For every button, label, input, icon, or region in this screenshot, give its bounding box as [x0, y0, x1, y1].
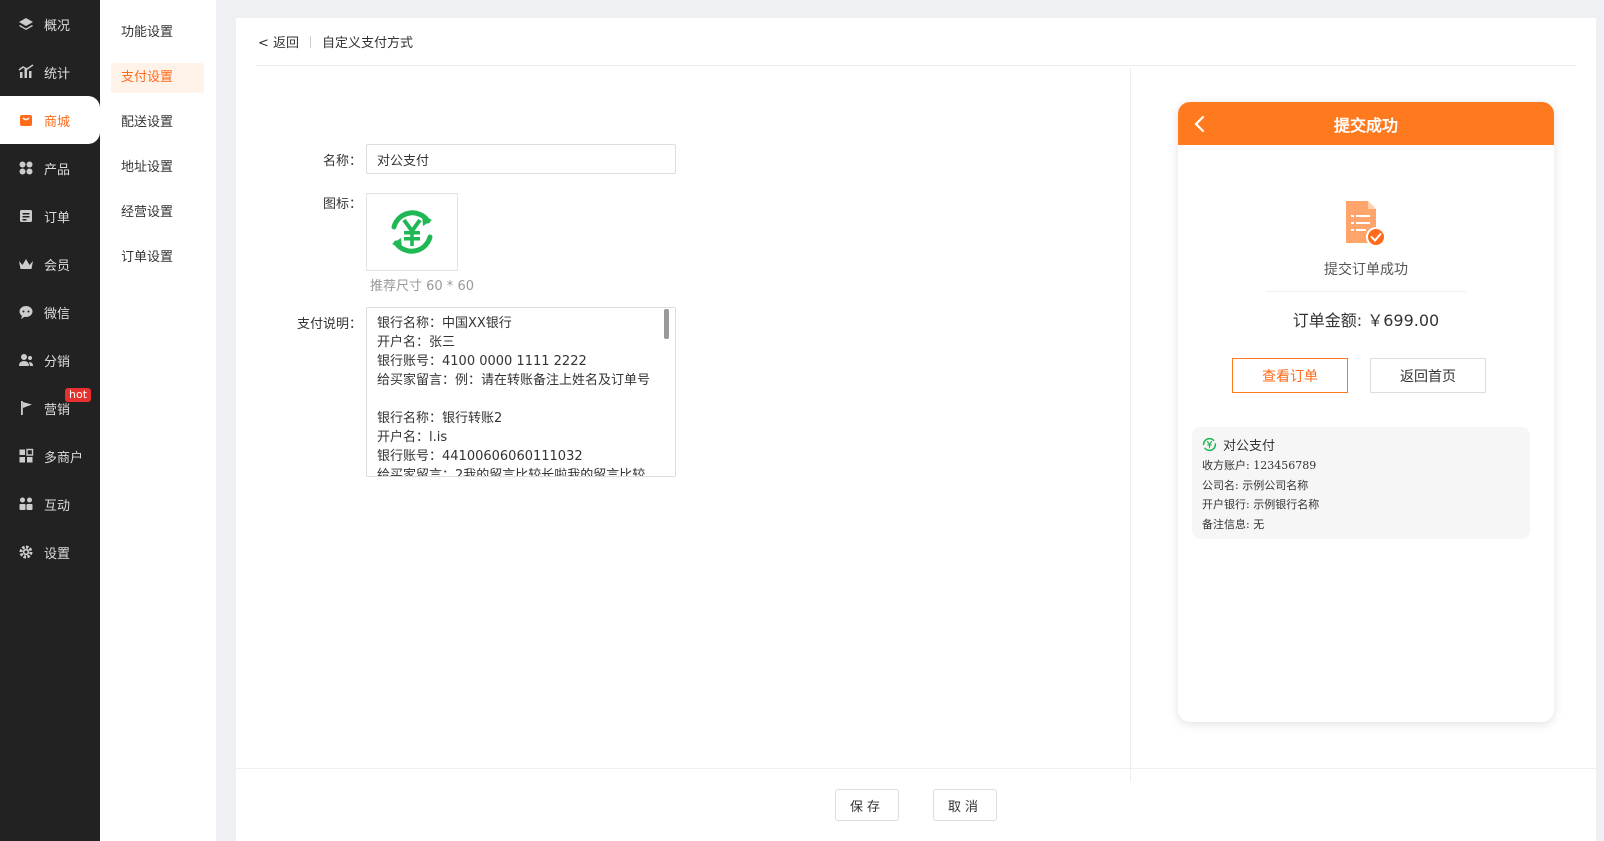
users-icon	[18, 352, 34, 368]
subnav-item-address[interactable]: 地址设置	[111, 153, 204, 183]
layers-icon	[18, 16, 34, 32]
nav-item-distribution[interactable]: 分销	[0, 336, 100, 384]
form-row-icon: 图标：	[296, 193, 458, 271]
subnav-item-business[interactable]: 经营设置	[111, 198, 204, 228]
hot-badge: hot	[65, 388, 92, 402]
flag-icon	[18, 400, 34, 416]
preview-divider	[1266, 291, 1466, 292]
nav-item-merchants[interactable]: 多商户	[0, 432, 100, 480]
sub-nav: 功能设置 支付设置 配送设置 地址设置 经营设置 订单设置	[100, 0, 216, 841]
payment-account: 收方账户: 123456789	[1202, 459, 1317, 472]
icon-size-hint: 推荐尺寸 60 * 60	[370, 279, 474, 294]
nav-label: 多商户	[44, 450, 84, 466]
subnav-item-function[interactable]: 功能设置	[111, 18, 204, 48]
desc-label: 支付说明：	[296, 317, 362, 332]
yuan-exchange-icon	[391, 210, 433, 254]
payment-bank: 开户银行: 示例银行名称	[1202, 498, 1320, 511]
header-separator	[310, 35, 312, 48]
subnav-item-delivery[interactable]: 配送设置	[111, 108, 204, 138]
back-link[interactable]: < 返回	[256, 32, 299, 51]
preview-header: 提交成功	[1178, 102, 1554, 145]
success-text: 提交订单成功	[1324, 262, 1408, 278]
gear-icon	[18, 544, 34, 560]
nav-item-wechat[interactable]: 微信	[0, 288, 100, 336]
nav-item-marketing[interactable]: 营销 hot	[0, 384, 100, 432]
main-panel: < 返回 自定义支付方式 名称： 图标： 推荐尺寸 60 * 60 支付说明： …	[236, 18, 1596, 841]
desc-scrollbar[interactable]	[664, 309, 669, 339]
payment-card-title: 对公支付	[1202, 435, 1520, 454]
form-row-name: 名称：	[296, 144, 676, 174]
nav-label: 分销	[44, 354, 71, 370]
go-home-button[interactable]: 返回首页	[1370, 358, 1486, 393]
nav-label: 设置	[44, 546, 71, 562]
order-icon	[18, 208, 34, 224]
payment-company: 公司名: 示例公司名称	[1202, 478, 1309, 492]
nav-label: 订单	[44, 210, 71, 226]
nav-item-overview[interactable]: 概况	[0, 0, 100, 48]
nav-item-products[interactable]: 产品	[0, 144, 100, 192]
nav-item-interaction[interactable]: 互动	[0, 480, 100, 528]
view-order-button[interactable]: 查看订单	[1232, 358, 1348, 393]
crown-icon	[18, 256, 34, 272]
nav-label: 互动	[44, 498, 71, 514]
payment-card-name: 对公支付	[1223, 438, 1276, 454]
page-header: < 返回 自定义支付方式	[256, 18, 1576, 66]
order-success-icon	[1346, 201, 1386, 247]
nav-label: 会员	[44, 258, 71, 274]
nav-label: 商城	[44, 114, 71, 130]
panel-divider	[1130, 68, 1131, 782]
back-arrow-icon	[1194, 115, 1205, 133]
nav-label: 微信	[44, 306, 71, 322]
order-amount: 订单金额: ￥699.00	[1292, 311, 1440, 330]
desc-textarea[interactable]: 银行名称：中国XX银行 开户名：张三 银行账号：4100 0000 1111 2…	[366, 307, 676, 477]
form-row-desc: 支付说明： 银行名称：中国XX银行 开户名：张三 银行账号：4100 0000 …	[296, 307, 676, 477]
nav-item-shop[interactable]: 商城	[0, 96, 100, 144]
nav-label: 统计	[44, 66, 71, 82]
cancel-button[interactable]: 取消	[933, 789, 997, 821]
page-title: 自定义支付方式	[322, 36, 414, 51]
subnav-item-order[interactable]: 订单设置	[111, 243, 204, 273]
name-input[interactable]	[366, 144, 676, 174]
chart-icon	[18, 64, 34, 80]
grid-icon	[18, 160, 34, 176]
icon-upload[interactable]	[366, 193, 458, 271]
subnav-item-payment[interactable]: 支付设置	[111, 63, 204, 93]
form-footer: 保存 取消	[236, 768, 1596, 841]
yuan-exchange-small-icon	[1202, 437, 1217, 451]
payment-remark: 备注信息: 无	[1202, 517, 1265, 531]
interact-icon	[18, 496, 34, 512]
save-button[interactable]: 保存	[835, 789, 899, 821]
main-nav: 概况 统计 商城 产品 订单 会员 微信 分销 营销 hot 多商户 互动 设置	[0, 0, 100, 841]
phone-preview: 提交成功 提交订单成功 订单金额: ￥699.00 查看订单 返回首页 对公支付…	[1178, 102, 1554, 722]
nav-item-members[interactable]: 会员	[0, 240, 100, 288]
shop-icon	[18, 112, 34, 128]
nav-label: 产品	[44, 162, 71, 178]
nav-item-orders[interactable]: 订单	[0, 192, 100, 240]
preview-title: 提交成功	[1333, 115, 1398, 135]
chat-icon	[18, 304, 34, 320]
payment-info-card: 对公支付 收方账户: 123456789 公司名: 示例公司名称 开户银行: 示…	[1192, 427, 1530, 539]
name-label: 名称：	[322, 153, 362, 169]
shops-icon	[18, 448, 34, 464]
nav-label: 概况	[44, 18, 71, 34]
nav-item-stats[interactable]: 统计	[0, 48, 100, 96]
nav-item-settings[interactable]: 设置	[0, 528, 100, 576]
icon-label: 图标：	[322, 197, 362, 212]
